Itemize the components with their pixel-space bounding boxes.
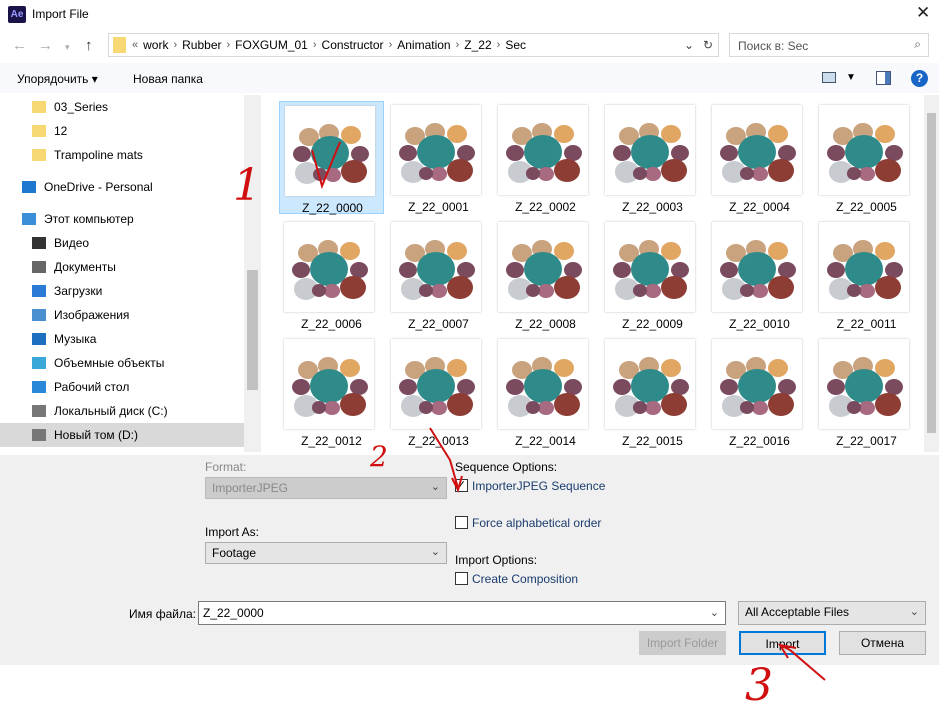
checkmark-annotation [311, 141, 341, 190]
annotation-2: 2 [370, 440, 388, 473]
arrow-annotation [429, 427, 463, 493]
arrow-annotation [777, 643, 826, 681]
annotation-3: 3 [745, 660, 773, 711]
annotation-1: 1 [233, 160, 261, 211]
red-annotations [311, 141, 826, 681]
